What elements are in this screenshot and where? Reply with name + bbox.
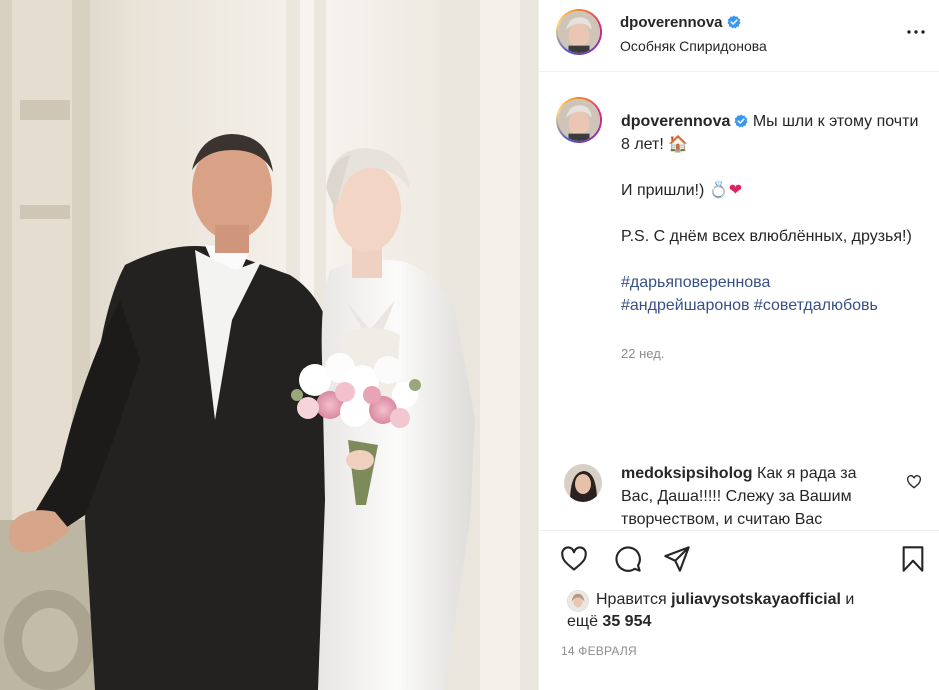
commenter-avatar-image <box>564 464 602 502</box>
author-avatar-image <box>558 11 600 53</box>
share-button[interactable] <box>663 545 691 573</box>
house-emoji: 🏠 <box>668 136 689 153</box>
comment-button[interactable] <box>614 545 642 573</box>
liker-avatar-image <box>568 591 588 611</box>
author-avatar[interactable] <box>556 9 602 55</box>
verified-badge-icon <box>734 114 748 128</box>
comment-item: medoksipsiholog Как я рада за Вас, Даша!… <box>539 460 939 530</box>
commenter-username[interactable]: medoksipsiholog <box>621 465 753 482</box>
post-caption: dpoverennova Мы шли к этому почти 8 лет!… <box>539 92 939 447</box>
likes-count[interactable]: 35 954 <box>602 613 651 630</box>
likes-prefix: Нравится <box>596 591 667 608</box>
likes-and: и <box>845 591 855 608</box>
hashtag-link[interactable]: #дарьяповереннова <box>621 274 770 291</box>
heart-icon <box>561 546 587 571</box>
post-actions-section: Нравится juliavysotskayaofficial и ещё 3… <box>539 530 939 690</box>
bookmark-icon <box>902 546 924 572</box>
hashtag-link[interactable]: #андрейшаронов <box>621 297 749 314</box>
caption-timestamp[interactable]: 22 нед. <box>621 346 664 361</box>
author-username[interactable]: dpoverennova <box>620 14 723 31</box>
likes-summary: Нравится juliavysotskayaofficial и ещё 3… <box>567 589 927 633</box>
more-options-icon[interactable] <box>906 24 926 40</box>
post-photo[interactable] <box>0 0 538 690</box>
post-location[interactable]: Особняк Спиридонова <box>620 38 767 54</box>
like-button[interactable] <box>560 545 588 573</box>
save-button[interactable] <box>899 545 927 573</box>
verified-badge-icon <box>727 15 741 29</box>
caption-username[interactable]: dpoverennova <box>621 113 730 130</box>
comment-bubble-icon <box>615 546 641 572</box>
caption-line-3: P.S. С днём всех влюблённых, друзья!) <box>621 228 912 245</box>
comment-text: medoksipsiholog Как я рада за Вас, Даша!… <box>621 462 891 530</box>
commenter-avatar[interactable] <box>564 464 602 502</box>
ring-heart-emoji: 💍❤ <box>708 182 743 199</box>
comment-like-heart-icon[interactable] <box>906 474 922 490</box>
liker-avatar[interactable] <box>567 590 589 612</box>
wedding-photo-image <box>0 0 538 690</box>
caption-author-avatar-image <box>558 99 600 141</box>
caption-author-avatar[interactable] <box>556 97 602 143</box>
caption-line-2: И пришли!) <box>621 182 705 199</box>
post-side-panel: dpoverennova Особняк Спиридонова dpovere… <box>538 0 939 690</box>
caption-text: dpoverennova Мы шли к этому почти 8 лет!… <box>621 110 921 317</box>
liker-username[interactable]: juliavysotskayaofficial <box>671 591 841 608</box>
likes-more-prefix: ещё <box>567 613 598 630</box>
post-header: dpoverennova Особняк Спиридонова <box>539 0 939 72</box>
hashtag-link[interactable]: #советдалюбовь <box>754 297 878 314</box>
paper-plane-icon <box>664 546 690 572</box>
post-date[interactable]: 14 ФЕВРАЛЯ <box>561 644 637 658</box>
